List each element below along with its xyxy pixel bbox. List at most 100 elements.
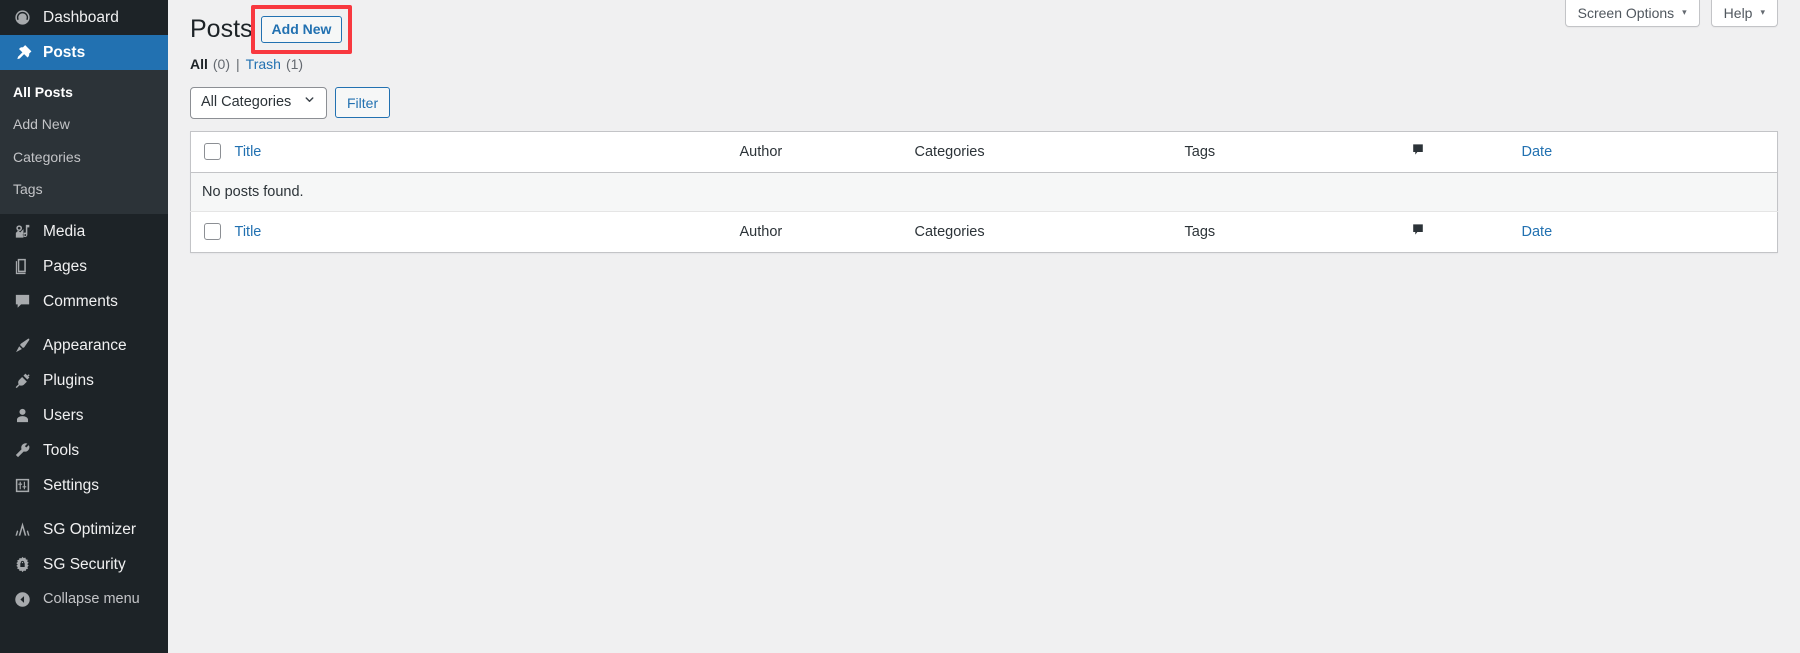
status-separator: | [230, 55, 246, 75]
column-header-title: Title [235, 131, 740, 172]
sidebar-item-label: Appearance [43, 338, 127, 354]
add-new-wrapper: Add New [261, 16, 343, 43]
column-header-comments [1410, 131, 1522, 172]
column-footer-comments [1410, 211, 1522, 252]
sidebar-item-appearance[interactable]: Appearance [0, 328, 168, 363]
sidebar-item-media[interactable]: Media [0, 214, 168, 249]
column-footer-title: Title [235, 211, 740, 252]
status-count-all: (0) [208, 55, 230, 75]
column-footer-tags: Tags [1185, 211, 1410, 252]
column-header-tags: Tags [1185, 131, 1410, 172]
sidebar-separator-2 [0, 503, 168, 512]
plug-icon [11, 371, 33, 391]
add-new-button[interactable]: Add New [261, 16, 343, 43]
sidebar-item-users[interactable]: Users [0, 398, 168, 433]
sidebar-item-label: Dashboard [43, 10, 119, 26]
category-select-wrapper: All Categories [190, 87, 327, 119]
screen-meta-links: Screen Options ▾ Help ▾ [1565, 0, 1778, 27]
submenu-item-tags[interactable]: Tags [0, 173, 168, 205]
sidebar-item-settings[interactable]: Settings [0, 468, 168, 503]
select-all-footer-header [191, 211, 235, 252]
sidebar-item-label: Plugins [43, 373, 94, 389]
comment-bubble-icon[interactable] [1410, 222, 1426, 242]
wp-admin-screen: Dashboard Posts All Posts Add New Catego… [0, 0, 1800, 653]
chevron-down-icon: ▾ [1682, 8, 1687, 17]
column-footer-author: Author [740, 211, 915, 252]
column-header-categories: Categories [915, 131, 1185, 172]
sidebar-item-sg-security[interactable]: SG Security [0, 547, 168, 582]
submenu-item-all-posts[interactable]: All Posts [0, 76, 168, 108]
help-button[interactable]: Help ▾ [1711, 0, 1778, 27]
page-title: Posts [190, 13, 253, 46]
submenu-item-categories[interactable]: Categories [0, 141, 168, 173]
chevron-left-circle-icon [11, 590, 33, 610]
collapse-menu-label: Collapse menu [43, 592, 140, 607]
table-header-row: Title Author Categories Tags Date [191, 131, 1778, 172]
filter-button[interactable]: Filter [335, 87, 390, 118]
sidebar-item-comments[interactable]: Comments [0, 284, 168, 319]
sidebar-item-dashboard[interactable]: Dashboard [0, 0, 168, 35]
column-footer-categories: Categories [915, 211, 1185, 252]
status-count-trash: (1) [281, 55, 303, 75]
status-link-trash[interactable]: Trash [246, 55, 281, 75]
category-filter-select[interactable]: All Categories [190, 87, 327, 119]
page-header: Posts Add New [190, 0, 1778, 44]
table-footer-row: Title Author Categories Tags Date [191, 211, 1778, 252]
sg-optimizer-icon [11, 520, 33, 540]
sidebar-item-plugins[interactable]: Plugins [0, 363, 168, 398]
sort-link-title[interactable]: Title [235, 144, 262, 160]
sidebar-item-label: Settings [43, 478, 99, 494]
column-header-date: Date [1522, 131, 1778, 172]
column-footer-date: Date [1522, 211, 1778, 252]
select-all-checkbox-footer[interactable] [204, 223, 221, 240]
sort-link-date-footer[interactable]: Date [1522, 224, 1553, 240]
main-content: Screen Options ▾ Help ▾ Posts Add New Al… [168, 0, 1800, 653]
collapse-menu-button[interactable]: Collapse menu [0, 582, 168, 617]
sidebar-item-tools[interactable]: Tools [0, 433, 168, 468]
filter-toolbar: All Categories Filter [190, 75, 1778, 131]
screen-options-button[interactable]: Screen Options ▾ [1565, 0, 1700, 27]
sidebar-item-label: Comments [43, 294, 118, 310]
no-items-message: No posts found. [191, 172, 1778, 211]
sidebar-item-label: Media [43, 224, 85, 240]
column-header-author: Author [740, 131, 915, 172]
media-camera-icon [11, 222, 33, 242]
table-body: No posts found. [191, 172, 1778, 211]
table-head: Title Author Categories Tags Date [191, 131, 1778, 172]
chevron-down-icon: ▾ [1760, 8, 1765, 17]
wrench-icon [11, 441, 33, 461]
sort-link-date[interactable]: Date [1522, 144, 1553, 160]
posts-list-table: Title Author Categories Tags Date [190, 131, 1778, 253]
sidebar-item-sg-optimizer[interactable]: SG Optimizer [0, 512, 168, 547]
submenu-item-add-new[interactable]: Add New [0, 108, 168, 140]
admin-sidebar: Dashboard Posts All Posts Add New Catego… [0, 0, 168, 653]
dashboard-gauge-icon [11, 8, 33, 28]
sidebar-item-label: Users [43, 408, 83, 424]
post-status-links: All (0) | Trash (1) [190, 44, 1778, 75]
sidebar-item-label: SG Optimizer [43, 522, 136, 538]
pages-icon [11, 257, 33, 277]
table-foot: Title Author Categories Tags Date [191, 211, 1778, 252]
shield-gear-icon [11, 555, 33, 575]
sliders-icon [11, 476, 33, 496]
sidebar-item-label: SG Security [43, 557, 126, 573]
screen-options-label: Screen Options [1578, 6, 1675, 20]
sidebar-item-label: Tools [43, 443, 79, 459]
paintbrush-icon [11, 336, 33, 356]
status-link-all[interactable]: All [190, 55, 208, 75]
comment-bubble-icon[interactable] [1410, 142, 1426, 162]
select-all-header [191, 131, 235, 172]
user-icon [11, 406, 33, 426]
help-label: Help [1724, 6, 1753, 20]
sidebar-item-pages[interactable]: Pages [0, 249, 168, 284]
sidebar-item-posts[interactable]: Posts [0, 35, 168, 70]
comment-bubble-icon [11, 292, 33, 312]
select-all-checkbox[interactable] [204, 143, 221, 160]
no-items-row: No posts found. [191, 172, 1778, 211]
sidebar-separator-1 [0, 319, 168, 328]
pushpin-icon [11, 43, 33, 63]
sidebar-item-label: Posts [43, 45, 85, 61]
sidebar-item-label: Pages [43, 259, 87, 275]
posts-submenu: All Posts Add New Categories Tags [0, 70, 168, 214]
sort-link-title-footer[interactable]: Title [235, 224, 262, 240]
